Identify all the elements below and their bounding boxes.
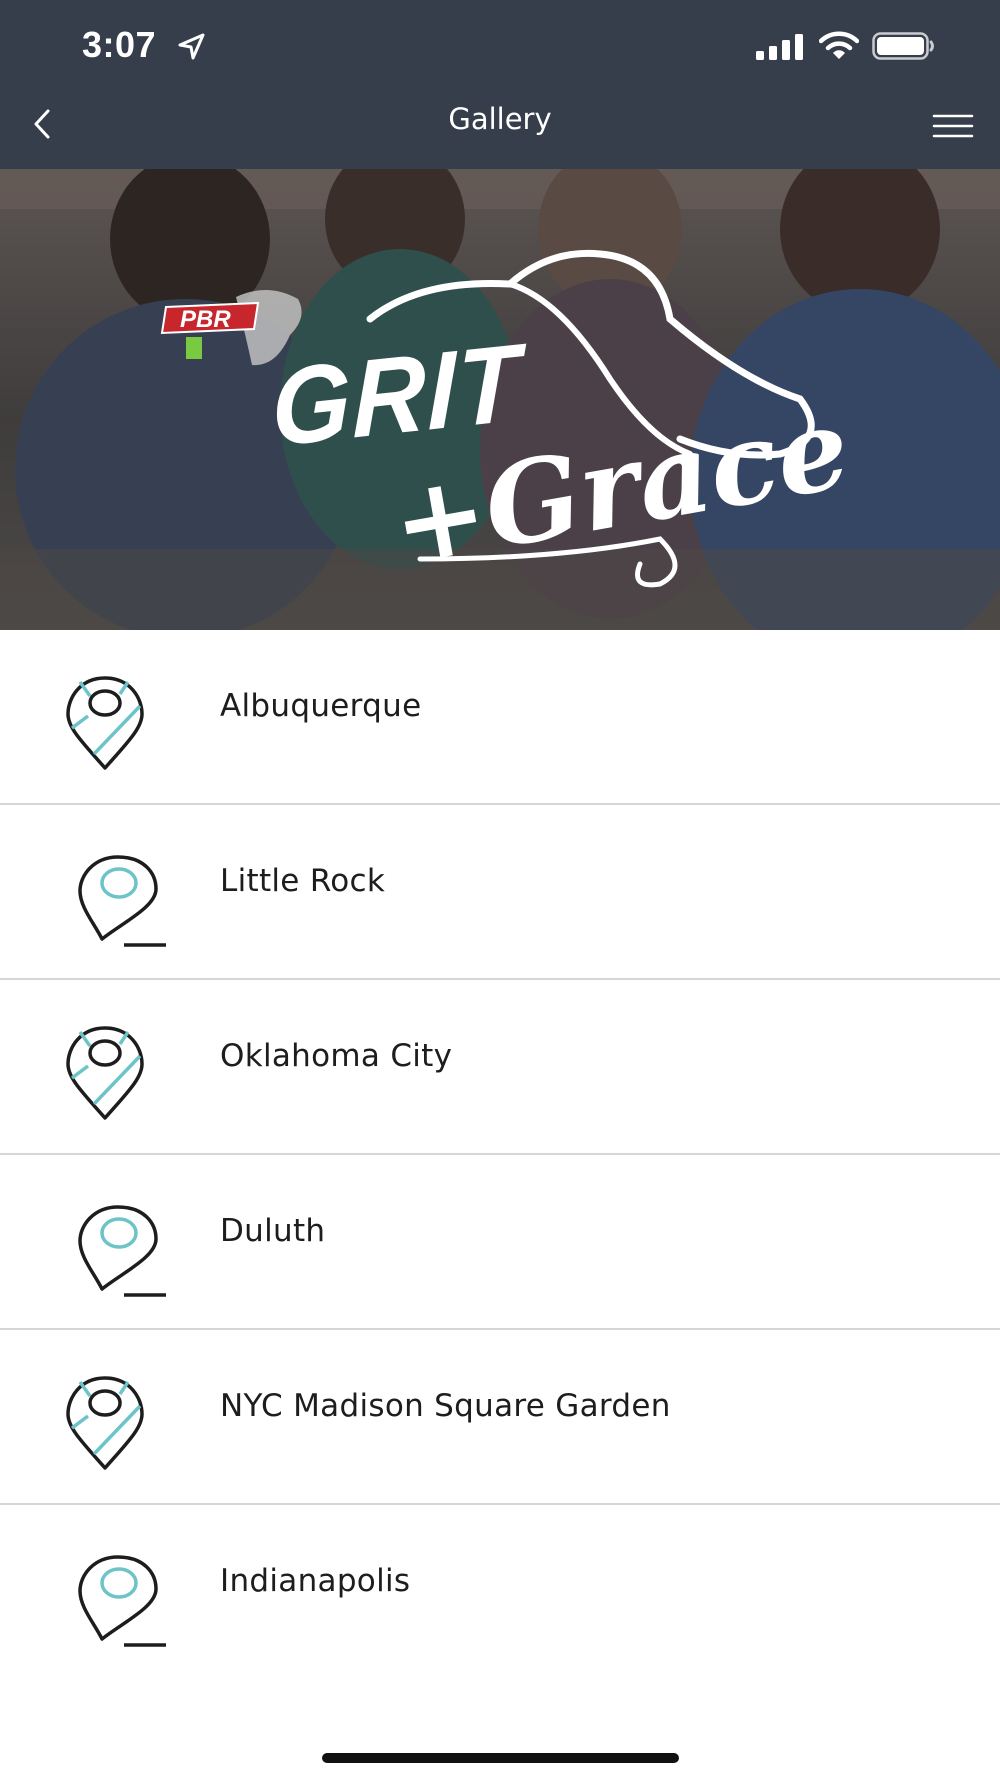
list-item-label: Indianapolis <box>220 1563 411 1599</box>
map-pin-circle-icon <box>78 855 166 947</box>
chevron-left-icon <box>34 109 50 139</box>
status-time: 3:07 <box>82 24 157 65</box>
list-item-label: Little Rock <box>220 863 386 899</box>
svg-text:PBR: PBR <box>180 306 231 333</box>
map-pin-circle-icon <box>78 1555 166 1647</box>
list-item-label: Duluth <box>220 1213 326 1249</box>
map-pin-route-icon <box>66 1026 144 1120</box>
list-item-label: Oklahoma City <box>220 1038 453 1074</box>
list-item-albuquerque[interactable]: Albuquerque <box>0 630 1000 805</box>
map-pin-route-icon <box>66 676 144 770</box>
map-pin-route-icon <box>66 1376 144 1470</box>
cellular-signal-icon <box>756 34 803 60</box>
battery-icon <box>872 32 934 60</box>
cowboy-hat-graphic <box>366 249 815 588</box>
hamburger-menu-icon <box>932 114 974 138</box>
home-indicator[interactable] <box>322 1753 679 1763</box>
back-button[interactable] <box>22 96 82 156</box>
map-pin-circle-icon <box>78 1205 166 1297</box>
wifi-icon <box>819 31 859 59</box>
list-item-label: Albuquerque <box>220 688 422 724</box>
location-list: Albuquerque Little Rock Oklahoma City Du… <box>0 630 1000 1680</box>
list-item-indianapolis[interactable]: Indianapolis <box>0 1505 1000 1680</box>
hero-banner: PBR GRIT +Grace <box>0 169 1000 630</box>
location-arrow-icon <box>178 33 205 60</box>
list-item-little-rock[interactable]: Little Rock <box>0 805 1000 980</box>
list-item-label: NYC Madison Square Garden <box>220 1388 671 1424</box>
nav-bar: Gallery <box>0 90 1000 169</box>
menu-button[interactable] <box>922 104 982 148</box>
list-item-nyc-madison-square-garden[interactable]: NYC Madison Square Garden <box>0 1330 1000 1505</box>
status-bar: 3:07 <box>0 0 1000 90</box>
list-item-duluth[interactable]: Duluth <box>0 1155 1000 1330</box>
list-item-oklahoma-city[interactable]: Oklahoma City <box>0 980 1000 1155</box>
page-title: Gallery <box>448 102 552 136</box>
